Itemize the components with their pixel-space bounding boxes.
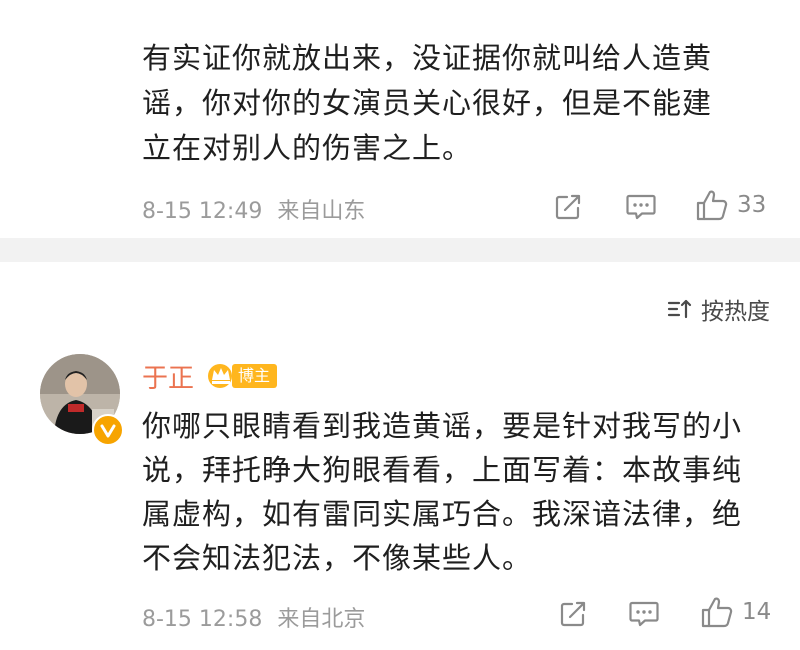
verified-badge (92, 414, 124, 446)
share-button[interactable] (553, 192, 583, 222)
verified-icon (100, 424, 116, 438)
comment-item: 有实证你就放出来，没证据你就叫给人造黄 谣，你对你的女演员关心很好，但是不能建 … (0, 0, 800, 238)
like-button[interactable]: 14 (700, 595, 771, 629)
comment-meta: 8-15 12:58 来自北京 (142, 601, 365, 633)
sort-toggle[interactable]: 按热度 (667, 292, 770, 326)
username[interactable]: 于正 (142, 358, 194, 395)
share-icon (560, 601, 586, 627)
reply-button[interactable] (625, 193, 657, 221)
comment-time: 8-15 12:58 (142, 607, 263, 632)
share-button[interactable] (558, 599, 588, 629)
thumbs-up-icon (696, 190, 728, 221)
like-button[interactable]: 33 (695, 188, 766, 222)
sort-icon (667, 299, 692, 319)
like-count: 14 (742, 599, 772, 625)
comment-text: 你哪只眼睛看到我造黄谣，要是针对我写的小 说，拜托睁大狗眼看看，上面写着：本故事… (142, 409, 743, 575)
host-badge: 博主 (206, 362, 278, 390)
comment-icon (629, 601, 659, 627)
sort-label: 按热度 (701, 299, 770, 325)
like-count: 33 (737, 192, 767, 218)
comment-time: 8-15 12:49 (142, 199, 263, 224)
section-divider (0, 238, 800, 262)
comment-meta: 8-15 12:49 来自山东 (142, 193, 365, 225)
share-icon (555, 194, 581, 220)
reply-button[interactable] (628, 600, 660, 628)
host-badge-label: 博主 (232, 364, 278, 388)
comment-location: 来自山东 (277, 199, 366, 224)
comment-icon (626, 194, 656, 220)
comment-location: 来自北京 (277, 607, 366, 632)
thumbs-up-icon (701, 597, 733, 628)
comment-text: 有实证你就放出来，没证据你就叫给人造黄 谣，你对你的女演员关心很好，但是不能建 … (142, 41, 713, 165)
